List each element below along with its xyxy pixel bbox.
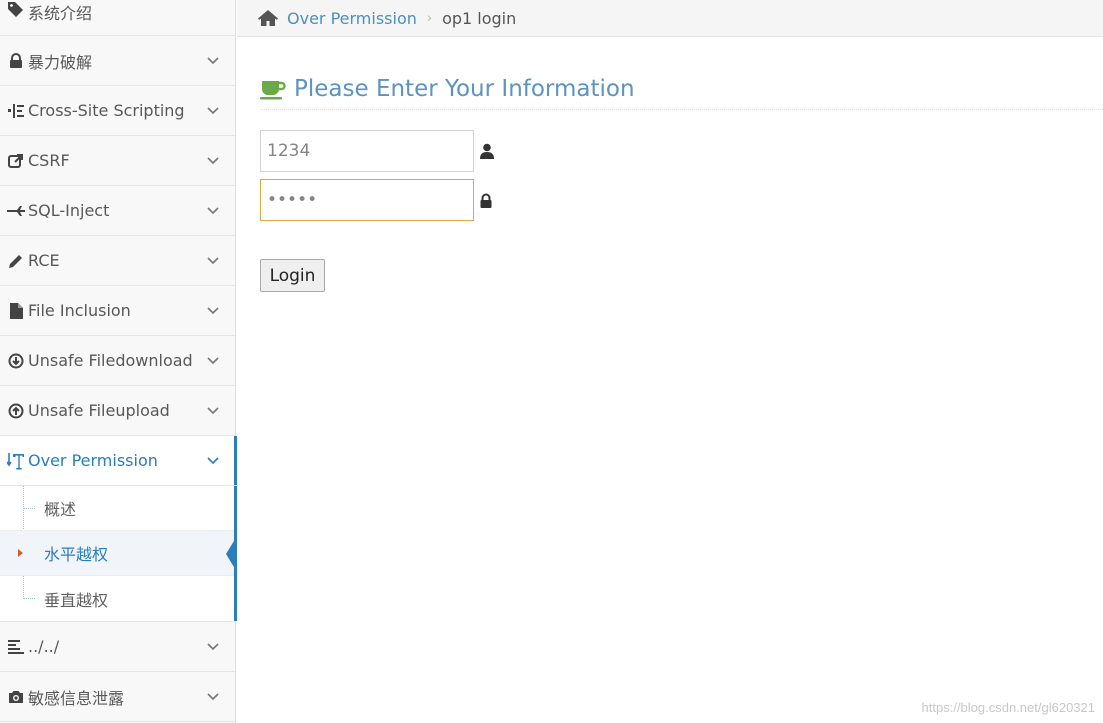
camera-icon bbox=[6, 688, 26, 706]
sidebar-item-unsafe-fileupload[interactable]: Unsafe Fileupload bbox=[0, 386, 235, 436]
watermark: https://blog.csdn.net/gl620321 bbox=[921, 700, 1095, 715]
sidebar-item-label: Cross-Site Scripting bbox=[28, 101, 185, 120]
page-title: Please Enter Your Information bbox=[294, 75, 635, 102]
sidebar-item-label: 系统介绍 bbox=[28, 4, 93, 23]
username-input[interactable] bbox=[260, 130, 474, 172]
sidebar-item-file-inclusion[interactable]: File Inclusion bbox=[0, 286, 235, 336]
over-permission-submenu: 概述 水平越权 垂直越权 bbox=[0, 486, 237, 622]
chevron-down-icon bbox=[207, 691, 219, 703]
breadcrumb: Over Permission › op1 login bbox=[237, 0, 1103, 37]
submenu-item-label: 垂直越权 bbox=[44, 590, 109, 610]
chevron-down-icon bbox=[207, 641, 219, 653]
submenu-item-label: 水平越权 bbox=[44, 545, 109, 564]
breadcrumb-link-over-permission[interactable]: Over Permission bbox=[287, 9, 417, 28]
sidebar-item-label: Over Permission bbox=[28, 451, 158, 470]
sidebar-item-label: File Inclusion bbox=[28, 301, 131, 320]
sidebar-item-label: RCE bbox=[28, 251, 60, 270]
submenu-item-overview[interactable]: 概述 bbox=[0, 486, 235, 531]
sidebar-item-label: 暴力破解 bbox=[28, 52, 93, 72]
sidebar-item-label: 敏感信息泄露 bbox=[28, 688, 125, 708]
download-circle-icon bbox=[6, 352, 26, 370]
sidebar-item-label: Unsafe Fileupload bbox=[28, 401, 170, 420]
sidebar-item-label: ../../ bbox=[28, 637, 60, 656]
password-input[interactable] bbox=[260, 179, 474, 221]
chevron-down-icon bbox=[207, 355, 219, 367]
login-button[interactable]: Login bbox=[260, 259, 325, 292]
chevron-down-icon bbox=[207, 105, 219, 117]
chevron-down-icon bbox=[207, 155, 219, 167]
page-header: Please Enter Your Information bbox=[260, 68, 1103, 110]
sidebar-item-directory-traversal[interactable]: ../../ bbox=[0, 622, 235, 672]
sidebar-item-csrf[interactable]: CSRF bbox=[0, 136, 235, 186]
sidebar-item-brute-force[interactable]: 暴力破解 bbox=[0, 36, 235, 86]
chevron-down-icon bbox=[207, 255, 219, 267]
submenu-item-label: 概述 bbox=[44, 500, 77, 519]
text-height-icon bbox=[6, 452, 26, 470]
fighter-jet-icon bbox=[6, 202, 26, 220]
upload-circle-icon bbox=[6, 402, 26, 420]
sidebar: 系统介绍 暴力破解 Cross-Site Scripting CSRF SQL-… bbox=[0, 0, 237, 723]
password-row bbox=[260, 179, 492, 221]
sidebar-item-rce[interactable]: RCE bbox=[0, 236, 235, 286]
share-icon bbox=[6, 152, 26, 170]
chevron-down-icon bbox=[207, 305, 219, 317]
align-left-icon bbox=[6, 638, 26, 656]
chevron-down-icon bbox=[207, 55, 219, 67]
user-icon bbox=[480, 143, 494, 159]
chevron-down-icon bbox=[207, 405, 219, 417]
submenu-item-vertical-escalation[interactable]: 垂直越权 bbox=[0, 576, 235, 621]
sidebar-item-label: Unsafe Filedownload bbox=[28, 351, 193, 370]
pencil-icon bbox=[6, 252, 26, 270]
sidebar-item-unsafe-filedownload[interactable]: Unsafe Filedownload bbox=[0, 336, 235, 386]
sidebar-item-over-permission[interactable]: Over Permission bbox=[0, 436, 237, 486]
caret-right-icon bbox=[18, 549, 23, 557]
chevron-down-icon bbox=[207, 205, 219, 217]
coffee-cup-icon bbox=[260, 78, 286, 100]
indent-icon bbox=[6, 102, 26, 120]
sidebar-item-intro[interactable]: 系统介绍 bbox=[0, 0, 235, 36]
username-row bbox=[260, 130, 494, 172]
sidebar-item-info-leak[interactable]: 敏感信息泄露 bbox=[0, 672, 235, 722]
lock-icon bbox=[480, 193, 492, 208]
lock-icon bbox=[6, 52, 26, 70]
chevron-down-icon bbox=[207, 455, 219, 467]
file-icon bbox=[6, 302, 26, 320]
sidebar-item-sql-inject[interactable]: SQL-Inject bbox=[0, 186, 235, 236]
breadcrumb-separator: › bbox=[426, 10, 433, 26]
active-pointer-icon bbox=[226, 536, 237, 572]
sidebar-item-xss[interactable]: Cross-Site Scripting bbox=[0, 86, 235, 136]
sidebar-item-label: CSRF bbox=[28, 151, 70, 170]
breadcrumb-current: op1 login bbox=[442, 8, 517, 28]
home-icon[interactable] bbox=[257, 9, 279, 27]
submenu-item-horizontal-escalation[interactable]: 水平越权 bbox=[0, 531, 237, 576]
tags-icon bbox=[6, 0, 26, 18]
sidebar-item-label: SQL-Inject bbox=[28, 201, 110, 220]
